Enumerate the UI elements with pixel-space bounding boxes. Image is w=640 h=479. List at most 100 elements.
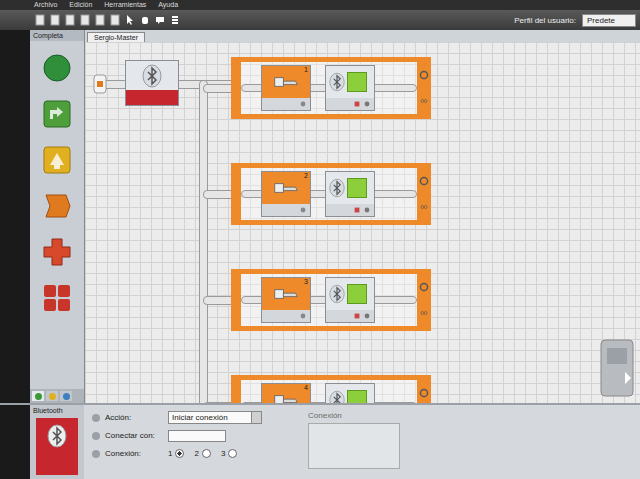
loop-end <box>417 274 431 326</box>
connection-radio[interactable]: 3 <box>221 449 237 458</box>
program-tab[interactable]: Sergio-Master <box>87 32 145 42</box>
connect-input[interactable] <box>168 430 226 442</box>
palette-item[interactable] <box>40 235 74 269</box>
connection-list-box[interactable] <box>308 423 400 469</box>
sensor-block[interactable]: 4 <box>261 383 311 403</box>
loop-arrows-icon <box>419 70 429 80</box>
comment-icon[interactable] <box>154 14 166 26</box>
menu-item[interactable]: Archivo <box>34 0 57 10</box>
bluetooth-icon <box>329 284 345 304</box>
send-data-icon <box>353 312 361 320</box>
loop-arrows-icon <box>419 282 429 292</box>
monitor-bezel <box>0 30 30 403</box>
data-plus-icon[interactable] <box>42 237 72 267</box>
sensor-data-icon <box>299 100 307 108</box>
loop-start <box>231 62 241 114</box>
bluetooth-send-block[interactable] <box>325 65 375 111</box>
loop-arrows-icon <box>419 176 429 186</box>
flow-flag-icon[interactable] <box>42 191 72 221</box>
sensor-data-icon <box>299 312 307 320</box>
loop-block[interactable]: 2 <box>231 163 431 225</box>
workspace: CompletaSergio-Master 1 2 3 4 <box>0 30 640 403</box>
sensor-data-icon <box>299 206 307 214</box>
bluetooth-block-preview <box>36 418 78 475</box>
palette-item[interactable] <box>40 97 74 131</box>
action-label: Acción: <box>105 413 163 422</box>
send-data-icon <box>363 100 371 108</box>
palette-tabs <box>30 389 84 403</box>
menu-item[interactable]: Herramientas <box>104 0 146 10</box>
loop-block[interactable]: 4 <box>231 375 431 403</box>
connection-list-label: Conexión <box>308 411 400 420</box>
send-data-icon <box>353 206 361 214</box>
toolbar-file-icon[interactable] <box>34 14 46 26</box>
toolbar-file-icon[interactable] <box>64 14 76 26</box>
loop-start <box>231 274 241 326</box>
tab-bar: Sergio-Master <box>85 30 640 42</box>
sensor-icon <box>273 392 299 403</box>
palette: Completa <box>30 30 85 403</box>
palette-tab[interactable] <box>46 391 58 401</box>
connection-label: Conexión: <box>105 449 163 458</box>
palette-item[interactable] <box>40 143 74 177</box>
infinity-icon <box>419 202 429 212</box>
pointer-icon[interactable] <box>124 14 136 26</box>
bluetooth-icon <box>329 178 345 198</box>
action-row: Acción: Iniciar conexión <box>92 411 292 424</box>
palette-tab[interactable] <box>32 391 44 401</box>
monitor-bezel <box>0 405 30 479</box>
dropdown-arrow-icon <box>251 412 261 423</box>
bluetooth-icon <box>142 64 162 88</box>
profile-label: Perfil del usuario: <box>514 16 576 25</box>
sensor-block[interactable]: 1 <box>261 65 311 111</box>
loop-start <box>231 168 241 220</box>
connection-list: Conexión <box>300 405 408 479</box>
loop-end <box>417 380 431 403</box>
loop-end <box>417 168 431 220</box>
action-select[interactable]: Iniciar conexión <box>168 411 262 424</box>
toolbar-file-icon[interactable] <box>94 14 106 26</box>
palette-item[interactable] <box>40 281 74 315</box>
bluetooth-send-block[interactable] <box>325 171 375 217</box>
sensor-arrow-icon[interactable] <box>42 145 72 175</box>
menu-item[interactable]: Ayuda <box>158 0 178 10</box>
palette-item[interactable] <box>40 189 74 223</box>
bluetooth-connection-block[interactable] <box>125 60 179 106</box>
menu-item[interactable]: Edición <box>69 0 92 10</box>
loop-block[interactable]: 3 <box>231 269 431 331</box>
palette-tab[interactable] <box>60 391 72 401</box>
start-circle-icon[interactable] <box>42 53 72 83</box>
sensor-block[interactable]: 3 <box>261 277 311 323</box>
bluetooth-send-block[interactable] <box>325 383 375 403</box>
infinity-icon <box>419 308 429 318</box>
toolbar-file-icon[interactable] <box>49 14 61 26</box>
sensor-port: 3 <box>304 278 308 285</box>
config-title: Bluetooth <box>30 405 84 416</box>
program-area: Sergio-Master 1 2 3 4 <box>85 30 640 403</box>
connection-radio[interactable]: 2 <box>194 449 210 458</box>
bluetooth-send-block[interactable] <box>325 277 375 323</box>
send-data-icon <box>363 206 371 214</box>
loop-block[interactable]: 1 <box>231 57 431 119</box>
canvas: 1 2 3 4 <box>85 42 640 403</box>
sensor-port: 4 <box>304 384 308 391</box>
profile-select[interactable]: Predete <box>582 14 636 27</box>
sensor-port: 2 <box>304 172 308 179</box>
connection-radio[interactable]: 1 <box>168 449 184 458</box>
nxt-controller[interactable] <box>599 338 635 398</box>
menu-bar: Archivo Edición Herramientas Ayuda <box>0 0 640 10</box>
toolbar-file-icon[interactable] <box>109 14 121 26</box>
hand-icon[interactable] <box>139 14 151 26</box>
list-icon[interactable] <box>169 14 181 26</box>
sequence-beam <box>199 80 208 403</box>
config-panel: BluetoothAcción:Iniciar conexiónConectar… <box>0 403 640 479</box>
send-data-icon <box>353 100 361 108</box>
sensor-block[interactable]: 2 <box>261 171 311 217</box>
sensor-icon <box>273 180 299 196</box>
palette-item[interactable] <box>40 51 74 85</box>
sensor-icon <box>273 286 299 302</box>
send-data-icon <box>363 312 371 320</box>
action-box-icon[interactable] <box>42 99 72 129</box>
advanced-grid-icon[interactable] <box>42 283 72 313</box>
toolbar-file-icon[interactable] <box>79 14 91 26</box>
